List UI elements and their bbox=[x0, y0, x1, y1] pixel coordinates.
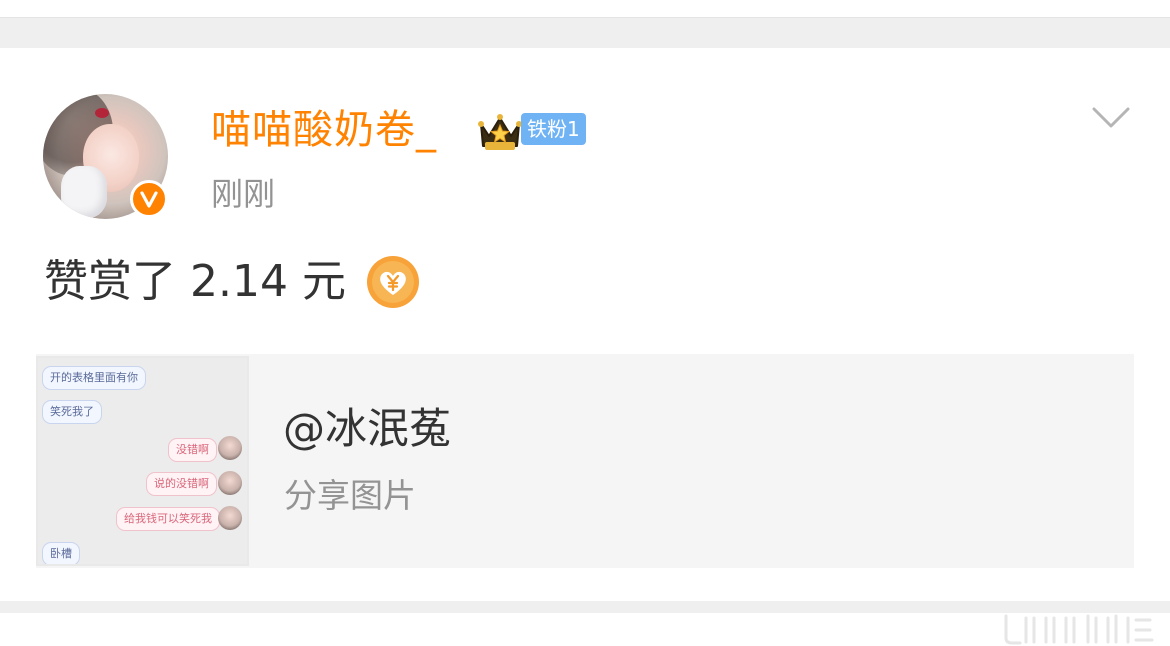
shared-title[interactable]: @冰泯菟 bbox=[283, 402, 451, 456]
chat-bubble: 给我钱可以笑死我 bbox=[116, 507, 220, 531]
chat-bubble: 说的没错啊 bbox=[146, 472, 217, 496]
username[interactable]: 喵喵酸奶卷_ bbox=[211, 104, 437, 156]
chat-bubble: 卧槽 bbox=[42, 542, 80, 564]
chat-bubble: 开的表格里面有你 bbox=[42, 366, 146, 390]
heart-coin-icon bbox=[367, 256, 419, 308]
crown-icon bbox=[478, 114, 522, 150]
watermark-icon bbox=[1004, 614, 1154, 645]
shared-subtitle: 分享图片 bbox=[284, 476, 416, 515]
top-strip bbox=[0, 0, 1170, 18]
shared-content-card[interactable]: 开的表格里面有你 笑死我了 没错啊 说的没错啊 给我钱可以笑死我 卧槽 @冰泯菟… bbox=[36, 354, 1134, 568]
post-timestamp: 刚刚 bbox=[211, 175, 276, 213]
chevron-down-icon[interactable] bbox=[1092, 106, 1130, 130]
feed-gap bbox=[0, 601, 1170, 613]
post-text: 赞赏了 2.14 元 bbox=[44, 256, 346, 307]
chat-bubble: 笑死我了 bbox=[42, 400, 102, 424]
chat-bubble: 没错啊 bbox=[168, 438, 217, 462]
post-card[interactable]: 喵喵酸奶卷_ 铁粉1 刚刚 赞赏了 2.14 元 开的表格里面有你 笑死我了 没… bbox=[0, 48, 1170, 645]
verified-v-icon bbox=[130, 180, 168, 218]
feed-gap bbox=[0, 18, 1170, 48]
chat-avatar bbox=[218, 471, 242, 495]
fan-level-badge[interactable]: 铁粉1 bbox=[521, 113, 586, 145]
chat-avatar bbox=[218, 436, 242, 460]
chat-avatar bbox=[218, 506, 242, 530]
shared-image-thumbnail[interactable]: 开的表格里面有你 笑死我了 没错啊 说的没错啊 给我钱可以笑死我 卧槽 bbox=[36, 356, 249, 566]
